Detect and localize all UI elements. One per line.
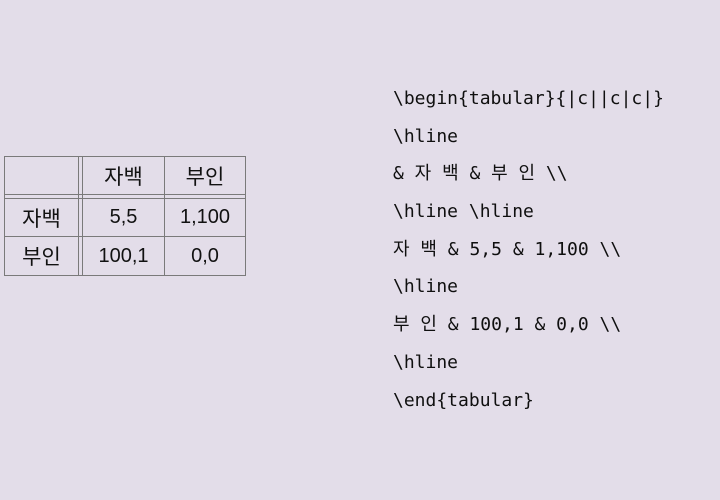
table-cell: 5,5 xyxy=(109,206,138,228)
code-line: & 자 백 & 부 인 \\ xyxy=(393,163,568,185)
code-line: 부 인 & 100,1 & 0,0 \\ xyxy=(393,314,622,336)
table-rule xyxy=(78,156,79,276)
table-rule xyxy=(245,156,246,276)
code-line: 자 백 & 5,5 & 1,100 \\ xyxy=(393,238,622,260)
table-rule xyxy=(4,194,246,195)
rendered-table: 자백 부인 자백 5,5 1,100 부인 100,1 0,0 xyxy=(4,156,246,276)
code-line: \hline xyxy=(393,351,459,373)
table-header-cell xyxy=(5,157,78,194)
code-line: \end{tabular} xyxy=(393,389,534,411)
code-line: \begin{tabular}{|c||c|c|} xyxy=(393,88,664,109)
table-rule xyxy=(4,275,246,276)
table-cell: 1,100 xyxy=(179,206,231,228)
code-line: \hline xyxy=(393,125,459,147)
table-row-label: 자백 xyxy=(22,206,61,231)
code-line: \hline xyxy=(393,276,459,298)
latex-source-code: \begin{tabular}{|c||c|c|} \hline & 자 백 &… xyxy=(393,80,715,419)
table-header-cell: 부인 xyxy=(185,164,225,189)
table-header-cell: 자백 xyxy=(104,164,143,189)
code-line: \hline \hline xyxy=(393,201,534,223)
table-row-label: 부인 xyxy=(22,245,61,269)
table-cell: 0,0 xyxy=(191,244,219,267)
table-cell: 100,1 xyxy=(98,244,149,267)
